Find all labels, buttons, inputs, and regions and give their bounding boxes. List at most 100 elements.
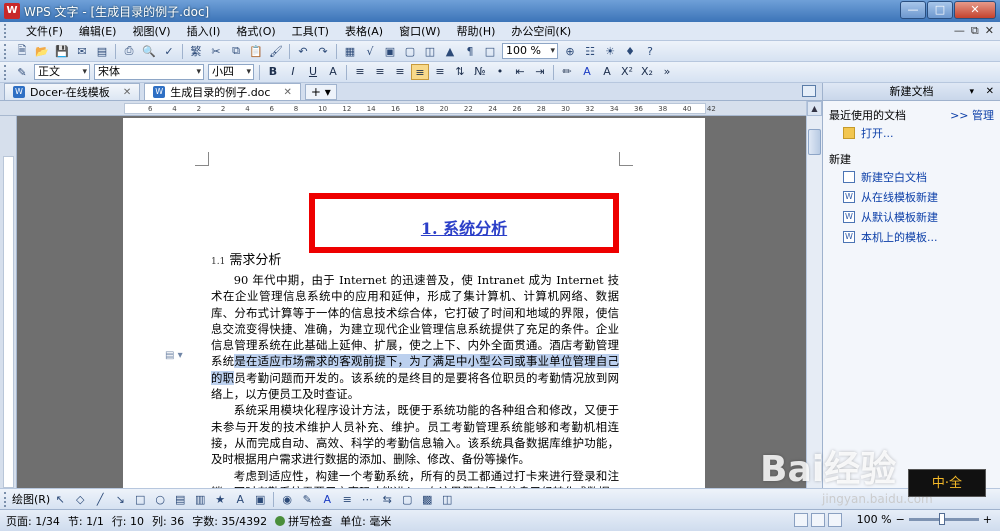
insert-textbox-icon[interactable]: ▢ (401, 43, 419, 59)
maximize-button[interactable]: □ (927, 1, 953, 19)
new-from-default-template-link[interactable]: W 从默认模板新建 (829, 207, 994, 227)
export-pdf-icon[interactable]: ▤ (93, 43, 111, 59)
undo-icon[interactable]: ↶ (294, 43, 312, 59)
new-tab-button[interactable]: + ▾ (304, 84, 337, 100)
menu-tools[interactable]: 工具(T) (284, 22, 337, 41)
styles-icon[interactable]: ✎ (13, 64, 31, 80)
copy-icon[interactable]: ⧉ (227, 43, 245, 59)
menu-file[interactable]: 文件(F) (18, 22, 71, 41)
vertical-textbox-icon[interactable]: ▥ (191, 491, 209, 507)
tab-current-document[interactable]: W 生成目录的例子.doc ✕ (144, 83, 301, 100)
zoom-in-icon[interactable]: + (983, 513, 992, 526)
3d-icon[interactable]: ▩ (418, 491, 436, 507)
template-icon[interactable]: ☷ (581, 43, 599, 59)
vertical-ruler[interactable] (0, 116, 17, 488)
increase-indent-icon[interactable]: ⇥ (531, 64, 549, 80)
italic-button[interactable]: I (284, 64, 302, 80)
vertical-scrollbar[interactable]: ▲ (806, 101, 822, 488)
bullets-icon[interactable]: • (491, 64, 509, 80)
menu-window[interactable]: 窗口(W) (391, 22, 448, 41)
outline-view-icon[interactable] (811, 513, 825, 527)
doc-restore-icon[interactable]: ⧉ (971, 24, 979, 38)
office-space-icon[interactable]: ☀ (601, 43, 619, 59)
drawing-toggle-icon[interactable]: ▲ (441, 43, 459, 59)
minimize-button[interactable]: — (900, 1, 926, 19)
local-templates-link[interactable]: W 本机上的模板... (829, 227, 994, 247)
tab-close-icon[interactable]: ✕ (283, 87, 291, 98)
toolbar-grip[interactable] (4, 64, 8, 80)
zoom-in-icon[interactable]: ⊕ (561, 43, 579, 59)
save-icon[interactable]: 💾 (53, 43, 71, 59)
columns-icon[interactable]: ◫ (421, 43, 439, 59)
wps-app-icon[interactable]: W (4, 3, 20, 19)
cut-icon[interactable]: ✂ (207, 43, 225, 59)
paste-icon[interactable]: 📋 (247, 43, 265, 59)
traditional-chinese-icon[interactable]: 繁 (187, 43, 205, 59)
open-link[interactable]: 打开... (829, 123, 994, 143)
highlight-icon[interactable]: ✏ (558, 64, 576, 80)
paragraph-options-icon[interactable]: ▤ ▾ (165, 350, 183, 361)
wordart-icon[interactable]: A (231, 491, 249, 507)
fill-color-icon[interactable]: ◉ (278, 491, 296, 507)
zoom-slider[interactable] (908, 513, 979, 525)
horizontal-ruler[interactable]: 6 4 2 2 4 6 8 10 12 14 16 18 20 22 24 26 28 30 32 34 36 38 40 4… (0, 101, 806, 116)
text-color-icon[interactable]: A (578, 64, 596, 80)
drawing-menu[interactable]: 绘图(R) (12, 491, 50, 507)
numbering-icon[interactable]: № (471, 64, 489, 80)
redo-icon[interactable]: ↷ (314, 43, 332, 59)
font-color-draw-icon[interactable]: A (318, 491, 336, 507)
open-folder-icon[interactable]: 📂 (33, 43, 51, 59)
font-select[interactable]: 宋体 (94, 64, 204, 80)
rectangle-icon[interactable]: □ (131, 491, 149, 507)
align-center-icon[interactable]: ≡ (371, 64, 389, 80)
task-pane-toggle-icon[interactable] (802, 85, 816, 97)
superscript-icon[interactable]: X² (618, 64, 636, 80)
spellcheck-icon[interactable]: ✓ (160, 43, 178, 59)
scroll-up-icon[interactable]: ▲ (807, 101, 822, 116)
insert-picture-icon[interactable]: ▣ (381, 43, 399, 59)
autoshapes-icon[interactable]: ◇ (71, 491, 89, 507)
tab-close-icon[interactable]: ✕ (123, 87, 131, 98)
shadow-icon[interactable]: ▢ (398, 491, 416, 507)
insert-table-icon[interactable]: ▦ (341, 43, 359, 59)
ellipse-icon[interactable]: ○ (151, 491, 169, 507)
show-marks-icon[interactable]: ¶ (461, 43, 479, 59)
body-text[interactable]: 90 年代中期，由于 Internet 的迅速普及，使 Intranet 成为 … (211, 272, 619, 488)
print-icon[interactable]: ⎙ (120, 43, 138, 59)
page-view-icon[interactable] (794, 513, 808, 527)
align-left-icon[interactable]: ≡ (351, 64, 369, 80)
tab-docer-templates[interactable]: W Docer-在线模板 ✕ (4, 83, 141, 100)
paragraph-1[interactable]: 90 年代中期，由于 Internet 的迅速普及，使 Intranet 成为 … (211, 272, 619, 402)
fit-page-icon[interactable]: □ (481, 43, 499, 59)
zoom-select[interactable]: 100 % (502, 43, 558, 59)
task-pane-dropdown-icon[interactable]: ▾ (969, 83, 974, 101)
print-preview-icon[interactable]: 🔍 (140, 43, 158, 59)
new-blank-document-link[interactable]: 新建空白文档 (829, 167, 994, 187)
doc-minimize-icon[interactable]: — (954, 24, 965, 38)
distributed-align-icon[interactable]: ≡ (431, 64, 449, 80)
toolbar-more-icon[interactable]: » (658, 64, 676, 80)
decrease-indent-icon[interactable]: ⇤ (511, 64, 529, 80)
underline-button[interactable]: U (304, 64, 322, 80)
scroll-thumb[interactable] (808, 129, 821, 155)
clipart-icon[interactable]: ★ (211, 491, 229, 507)
doc-close-icon[interactable]: ✕ (985, 24, 994, 38)
status-unit[interactable]: 单位: 毫米 (340, 513, 391, 529)
document-page[interactable]: 1. 系统分析 1.1 需求分析 90 年代中期，由于 Internet 的迅速普… (123, 118, 705, 488)
line-spacing-icon[interactable]: ⇅ (451, 64, 469, 80)
task-pane-close-icon[interactable]: ✕ (986, 83, 994, 101)
skin-icon[interactable]: ♦ (621, 43, 639, 59)
bold-button[interactable]: B (264, 64, 282, 80)
menu-help[interactable]: 帮助(H) (449, 22, 504, 41)
mail-icon[interactable]: ✉ (73, 43, 91, 59)
line-color-icon[interactable]: ✎ (298, 491, 316, 507)
arrow-style-icon[interactable]: ⇆ (378, 491, 396, 507)
justify-icon[interactable]: ≡ (411, 64, 429, 80)
line-icon[interactable]: ╱ (91, 491, 109, 507)
font-color-icon[interactable]: A (324, 64, 342, 80)
menu-edit[interactable]: 编辑(E) (71, 22, 125, 41)
heading-1[interactable]: 1. 系统分析 (309, 215, 619, 239)
style-select[interactable]: 正文 (34, 64, 90, 80)
spellcheck-status[interactable]: 拼写检查 (275, 513, 332, 529)
subscript-icon[interactable]: X₂ (638, 64, 656, 80)
